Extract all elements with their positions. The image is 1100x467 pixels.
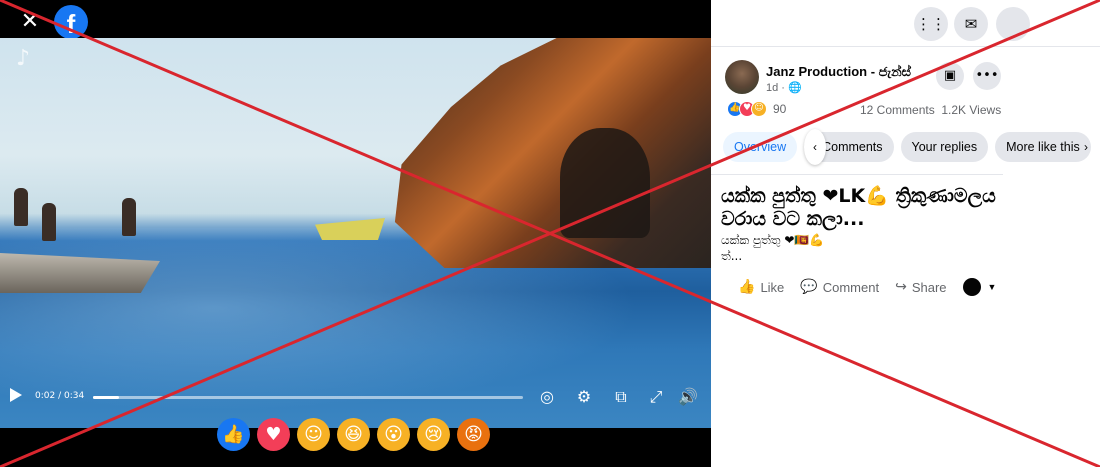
person-figure xyxy=(42,203,56,241)
tiktok-watermark-icon: ♪ xyxy=(16,46,31,71)
post-body-line: යක්ක පුත්තු ❤🇱🇰💪 xyxy=(721,233,825,247)
picture-in-picture-icon[interactable]: ⧉ xyxy=(611,387,631,407)
post-title: යක්ක පුත්තු ❤LK💪 ත්‍රිකුණාමලය වරාය වට කල… xyxy=(721,185,996,230)
comments-count[interactable]: 12 Comments xyxy=(860,103,935,117)
post-side-pane: ⋮⋮ ✉ Janz Production - ජැන්ස් 1d · 🌐 ▣ •… xyxy=(711,0,1100,467)
tab-your-replies[interactable]: Your replies xyxy=(900,132,989,162)
like-button[interactable]: 👍 Like xyxy=(738,279,784,295)
video-controls: 0:02 / 0:34 ◎ ⚙ ⧉ ⤢ 🔊 xyxy=(0,383,711,411)
care-reaction-icon[interactable]: ☺ xyxy=(297,418,330,451)
menu-grid-icon[interactable]: ⋮⋮ xyxy=(914,7,948,41)
reaction-bar: 👍 ♥ ☺ 😆 😮 😢 😡 xyxy=(217,418,490,454)
account-avatar-icon xyxy=(962,278,981,296)
post-stats: 12 Comments 1.2K Views xyxy=(860,103,1001,117)
reaction-count: 90 xyxy=(773,102,787,116)
love-reaction-icon[interactable]: ♥ xyxy=(257,418,290,451)
comment-label: Comment xyxy=(822,279,880,295)
account-selector[interactable]: ▼ xyxy=(962,278,997,296)
notifications-icon[interactable] xyxy=(996,7,1030,41)
video-frame[interactable]: ♪ xyxy=(0,38,711,428)
post-tabs: Overview Comments Your replies More like… xyxy=(723,132,1091,162)
comment-bubble-icon: 💬 xyxy=(800,279,818,295)
post-actions: 👍 Like 💬 Comment ↪ Share ▼ xyxy=(738,278,996,296)
captions-icon[interactable]: ◎ xyxy=(537,387,557,407)
divider xyxy=(711,174,1003,175)
tab-more-like-this[interactable]: More like this xyxy=(995,132,1091,162)
share-button[interactable]: ↪ Share xyxy=(895,279,946,295)
viewer-topbar: ✕ f xyxy=(0,0,711,39)
thumbs-up-icon: 👍 xyxy=(738,279,756,295)
person-figure xyxy=(122,198,136,236)
distant-boat xyxy=(315,218,385,240)
play-icon[interactable] xyxy=(10,388,22,402)
progress-bar[interactable] xyxy=(93,396,523,399)
haha-reaction-icon[interactable]: 😆 xyxy=(337,418,370,451)
like-reaction-icon[interactable]: 👍 xyxy=(217,418,250,451)
volume-icon[interactable]: 🔊 xyxy=(678,387,698,407)
progress-fill xyxy=(93,396,119,399)
side-topbar: ⋮⋮ ✉ xyxy=(711,0,1100,47)
post-body: යක්ක පුත්තු ❤🇱🇰💪 ත්... xyxy=(721,232,1011,264)
post-meta: 1d · 🌐 xyxy=(766,82,802,94)
rock-cave xyxy=(560,128,650,238)
post-body-line[interactable]: ත්... xyxy=(721,248,1011,264)
facebook-logo-icon[interactable]: f xyxy=(54,5,88,39)
fullscreen-icon[interactable]: ⤢ xyxy=(646,387,666,407)
wow-reaction-icon[interactable]: 😮 xyxy=(377,418,410,451)
messenger-icon[interactable]: ✉ xyxy=(954,7,988,41)
author-name[interactable]: Janz Production - ජැන්ස් xyxy=(766,64,911,80)
share-label: Share xyxy=(911,279,947,295)
author-avatar[interactable] xyxy=(725,60,759,94)
settings-gear-icon[interactable]: ⚙ xyxy=(574,387,594,407)
more-options-icon[interactable]: ••• xyxy=(973,62,1001,90)
comment-button[interactable]: 💬 Comment xyxy=(800,279,879,295)
save-icon[interactable]: ▣ xyxy=(936,62,964,90)
care-mini-icon: ☺ xyxy=(751,101,767,117)
tabs-scroll-left-icon[interactable]: ‹ xyxy=(804,129,826,165)
angry-reaction-icon[interactable]: 😡 xyxy=(457,418,490,451)
video-time: 0:02 / 0:34 xyxy=(35,391,85,401)
rock-cliff xyxy=(394,38,711,268)
facebook-video-viewer: ✕ f ♪ 0:02 / 0:34 ◎ ⚙ ⧉ ⤢ 🔊 👍♥☺� xyxy=(0,0,1100,467)
close-button[interactable]: ✕ xyxy=(16,8,44,36)
person-figure xyxy=(14,188,28,226)
like-label: Like xyxy=(760,279,785,295)
sad-reaction-icon[interactable]: 😢 xyxy=(417,418,450,451)
tab-overview[interactable]: Overview xyxy=(723,132,798,162)
views-count: 1.2K Views xyxy=(941,103,1002,117)
video-pane: ✕ f ♪ 0:02 / 0:34 ◎ ⚙ ⧉ ⤢ 🔊 👍♥☺� xyxy=(0,0,711,467)
caret-down-icon: ▼ xyxy=(987,282,997,292)
share-arrow-icon: ↪ xyxy=(895,279,907,295)
reaction-summary[interactable]: 👍 ♥ ☺ 90 xyxy=(727,101,786,117)
tabs-scroll-right-icon[interactable]: › xyxy=(1084,134,1098,160)
